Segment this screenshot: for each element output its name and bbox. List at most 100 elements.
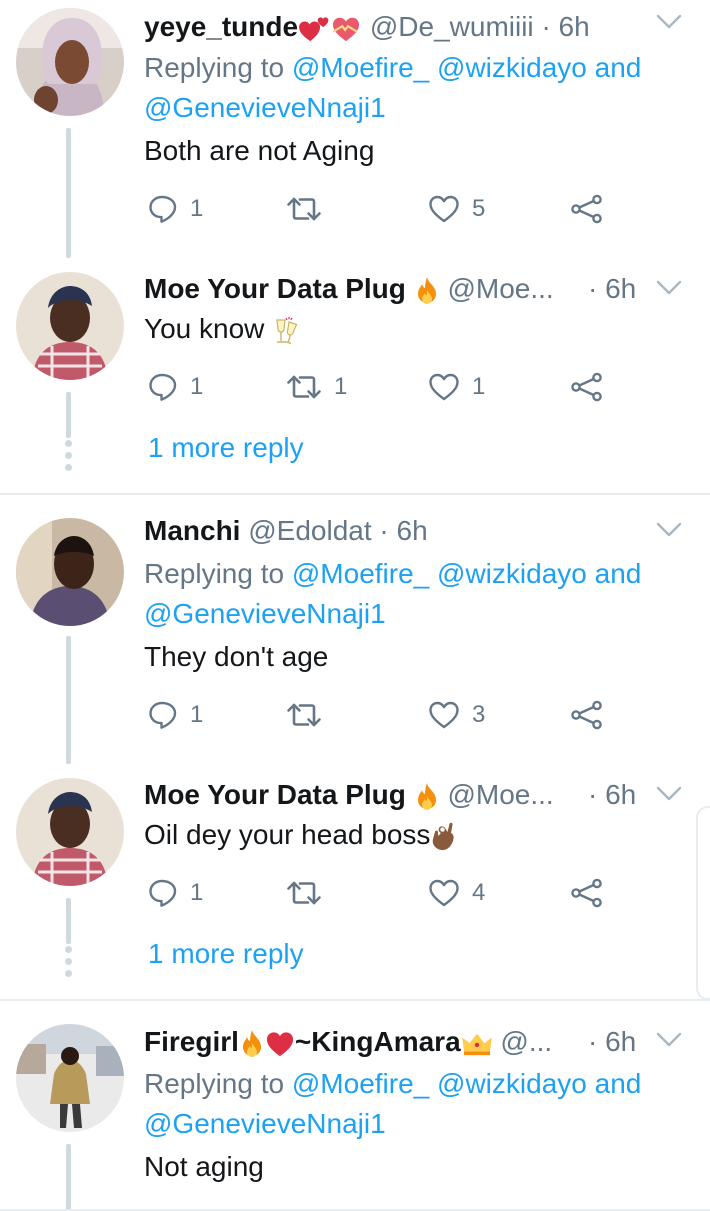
timestamp[interactable]: · 6h [541, 11, 589, 42]
clinking-glasses-icon [272, 316, 302, 346]
display-name[interactable]: yeye_tunde [144, 11, 298, 42]
divider [0, 493, 710, 495]
heart-icon [428, 878, 460, 908]
share-icon [570, 194, 604, 224]
like-count: 3 [472, 701, 486, 728]
mention-link[interactable]: @wizkidayo [437, 1068, 587, 1099]
mention-link[interactable]: @Moefire_ [292, 558, 429, 589]
timestamp[interactable]: · 6h [588, 1025, 636, 1059]
heart-with-ribbon-icon [330, 15, 362, 43]
thread-line [66, 1144, 71, 1211]
heart-icon [428, 700, 460, 730]
share-button[interactable] [570, 372, 604, 402]
ok-hand-icon [430, 822, 458, 852]
replying-to: Replying to @Moefire_ @wizkidayo and [144, 554, 641, 594]
mention-link[interactable]: @GenevieveNnaji1 [144, 598, 386, 629]
retweet-button[interactable]: 1 [286, 372, 347, 402]
reply-button[interactable]: 1 [148, 194, 203, 224]
divider [0, 999, 710, 1001]
reply-button[interactable]: 1 [148, 700, 203, 730]
retweet-icon [286, 194, 322, 224]
share-button[interactable] [570, 194, 604, 224]
avatar[interactable] [16, 8, 124, 116]
reply-count: 1 [190, 701, 204, 728]
user-handle[interactable]: @... [500, 1026, 552, 1057]
and-link[interactable]: and [595, 52, 642, 83]
mention-link[interactable]: @wizkidayo [437, 558, 587, 589]
user-handle[interactable]: @Moe... [447, 779, 553, 810]
red-heart-icon [265, 1030, 295, 1058]
and-link[interactable]: and [595, 558, 642, 589]
chevron-down-icon[interactable] [656, 1030, 682, 1050]
and-link[interactable]: and [595, 1068, 642, 1099]
retweet-button[interactable] [286, 700, 322, 730]
display-name[interactable]: Firegirl [144, 1026, 239, 1057]
tweet-text: Both are not Aging [144, 135, 375, 166]
replying-to-label: Replying to [144, 1068, 285, 1099]
reply-count: 1 [190, 879, 204, 906]
user-handle[interactable]: @De_wumiiii [370, 11, 534, 42]
avatar[interactable] [16, 778, 124, 886]
like-button[interactable]: 3 [428, 700, 485, 730]
like-count: 1 [472, 373, 486, 400]
retweet-icon [286, 700, 322, 730]
avatar[interactable] [16, 1024, 124, 1132]
retweet-icon [286, 878, 322, 908]
mention-link[interactable]: @Moefire_ [292, 52, 429, 83]
chevron-down-icon[interactable] [656, 12, 682, 32]
reply-button[interactable]: 1 [148, 878, 203, 908]
display-name[interactable]: Moe Your Data Plug [144, 779, 406, 810]
share-button[interactable] [570, 878, 604, 908]
tweet-text: Not aging [144, 1151, 264, 1182]
thread-line [66, 898, 71, 944]
more-replies-link[interactable]: 1 more reply [148, 938, 304, 970]
reply-count: 1 [190, 373, 204, 400]
replying-to-label: Replying to [144, 558, 285, 589]
side-panel-edge [696, 806, 710, 1000]
display-name-suffix[interactable]: ~KingAmara [295, 1026, 461, 1057]
heart-icon [428, 372, 460, 402]
share-button[interactable] [570, 700, 604, 730]
thread-line [66, 636, 71, 764]
reply-button[interactable]: 1 [148, 372, 203, 402]
timestamp[interactable]: · 6h [588, 778, 636, 812]
thread-line [66, 392, 71, 438]
mention-link[interactable]: @Moefire_ [292, 1068, 429, 1099]
fire-icon [239, 1029, 265, 1059]
avatar[interactable] [16, 518, 124, 626]
display-name[interactable]: Manchi [144, 515, 240, 546]
fire-icon [414, 276, 440, 306]
like-button[interactable]: 4 [428, 878, 485, 908]
user-handle[interactable]: @Edoldat [248, 515, 371, 546]
like-count: 5 [472, 195, 486, 222]
chevron-down-icon[interactable] [656, 278, 682, 298]
share-icon [570, 878, 604, 908]
timestamp[interactable]: · 6h [379, 515, 427, 546]
timestamp[interactable]: · 6h [588, 272, 636, 306]
replying-to-label: Replying to [144, 52, 285, 83]
mention-link[interactable]: @GenevieveNnaji1 [144, 1108, 386, 1139]
retweet-button[interactable] [286, 194, 322, 224]
chevron-down-icon[interactable] [656, 784, 682, 804]
more-replies-dots [65, 440, 72, 476]
retweet-button[interactable] [286, 878, 322, 908]
reply-icon [148, 372, 178, 402]
mention-link[interactable]: @GenevieveNnaji1 [144, 92, 386, 123]
mention-link[interactable]: @wizkidayo [437, 52, 587, 83]
like-button[interactable]: 1 [428, 372, 485, 402]
avatar[interactable] [16, 272, 124, 380]
share-icon [570, 700, 604, 730]
thread-line [66, 128, 71, 258]
display-name[interactable]: Moe Your Data Plug [144, 273, 406, 304]
reply-count: 1 [190, 195, 204, 222]
crown-icon [461, 1031, 493, 1057]
chevron-down-icon[interactable] [656, 520, 682, 540]
more-replies-link[interactable]: 1 more reply [148, 432, 304, 464]
user-handle[interactable]: @Moe... [447, 273, 553, 304]
replying-to: Replying to @Moefire_ @wizkidayo and [144, 48, 641, 88]
reply-icon [148, 700, 178, 730]
reply-icon [148, 878, 178, 908]
replying-to: Replying to @Moefire_ @wizkidayo and [144, 1064, 641, 1104]
like-button[interactable]: 5 [428, 194, 485, 224]
fire-icon [414, 782, 440, 812]
